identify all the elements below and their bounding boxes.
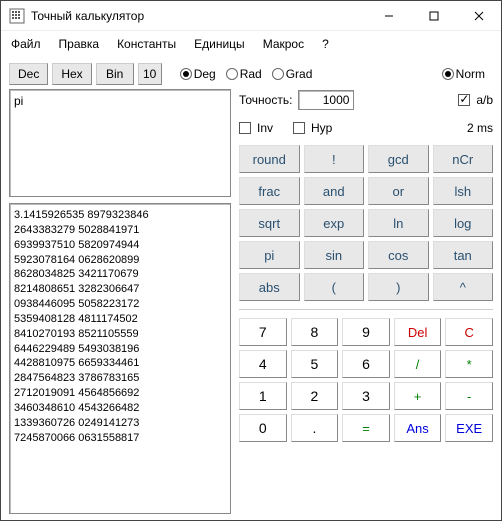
- radio-icon: [180, 68, 192, 80]
- key-5[interactable]: 5: [291, 350, 339, 378]
- result-output[interactable]: 3.1415926535 8979323846 2643383279 50288…: [9, 203, 231, 514]
- radio-icon: [226, 68, 238, 80]
- key-fact[interactable]: !: [304, 145, 365, 173]
- ab-label: a/b: [476, 93, 493, 107]
- key-del[interactable]: Del: [394, 318, 442, 346]
- window-title: Точный калькулятор: [31, 9, 366, 23]
- key-exe[interactable]: EXE: [445, 414, 493, 442]
- key-9[interactable]: 9: [342, 318, 390, 346]
- key-8[interactable]: 8: [291, 318, 339, 346]
- angle-rad-radio[interactable]: Rad: [226, 67, 262, 81]
- key-2[interactable]: 2: [291, 382, 339, 410]
- radio-icon: [442, 68, 454, 80]
- hyp-checkbox[interactable]: [293, 122, 305, 134]
- menu-constants[interactable]: Константы: [113, 35, 180, 53]
- inv-checkbox[interactable]: [239, 122, 251, 134]
- hyp-label: Hyp: [311, 121, 332, 135]
- key-sub[interactable]: -: [445, 382, 493, 410]
- key-abs[interactable]: abs: [239, 273, 300, 301]
- mode-hex-button[interactable]: Hex: [52, 63, 91, 85]
- inv-label: Inv: [257, 121, 273, 135]
- divider: [239, 309, 493, 310]
- norm-radio[interactable]: Norm: [442, 67, 485, 81]
- menu-file[interactable]: Файл: [7, 35, 45, 53]
- key-clear[interactable]: C: [445, 318, 493, 346]
- key-eq[interactable]: =: [342, 414, 390, 442]
- key-pi[interactable]: pi: [239, 241, 300, 269]
- key-rparen[interactable]: ): [368, 273, 429, 301]
- maximize-button[interactable]: [411, 1, 456, 30]
- angle-deg-radio[interactable]: Deg: [180, 67, 216, 81]
- close-button[interactable]: [456, 1, 501, 30]
- precision-label: Точность:: [239, 93, 292, 107]
- numeric-keypad: 7 8 9 Del C 4 5 6 / * 1 2 3 + - 0 . = An…: [239, 318, 493, 442]
- key-7[interactable]: 7: [239, 318, 287, 346]
- key-log[interactable]: log: [433, 209, 494, 237]
- radio-icon: [272, 68, 284, 80]
- angle-grad-radio[interactable]: Grad: [272, 67, 313, 81]
- key-dot[interactable]: .: [291, 414, 339, 442]
- key-6[interactable]: 6: [342, 350, 390, 378]
- time-label: 2 ms: [467, 121, 493, 135]
- key-ln[interactable]: ln: [368, 209, 429, 237]
- minimize-button[interactable]: [366, 1, 411, 30]
- key-pow[interactable]: ^: [433, 273, 494, 301]
- key-sin[interactable]: sin: [304, 241, 365, 269]
- key-frac[interactable]: frac: [239, 177, 300, 205]
- menu-units[interactable]: Единицы: [190, 35, 249, 53]
- ab-checkbox[interactable]: [458, 94, 470, 106]
- key-tan[interactable]: tan: [433, 241, 494, 269]
- mode-base-button[interactable]: 10: [138, 63, 162, 85]
- precision-input[interactable]: 1000: [298, 90, 354, 110]
- mode-bin-button[interactable]: Bin: [96, 63, 134, 85]
- key-4[interactable]: 4: [239, 350, 287, 378]
- key-and[interactable]: and: [304, 177, 365, 205]
- key-add[interactable]: +: [394, 382, 442, 410]
- key-lsh[interactable]: lsh: [433, 177, 494, 205]
- key-ans[interactable]: Ans: [394, 414, 442, 442]
- menu-help[interactable]: ?: [318, 35, 333, 53]
- menu-macro[interactable]: Макрос: [259, 35, 308, 53]
- key-or[interactable]: or: [368, 177, 429, 205]
- key-1[interactable]: 1: [239, 382, 287, 410]
- key-exp[interactable]: exp: [304, 209, 365, 237]
- key-round[interactable]: round: [239, 145, 300, 173]
- key-gcd[interactable]: gcd: [368, 145, 429, 173]
- key-mul[interactable]: *: [445, 350, 493, 378]
- mode-dec-button[interactable]: Dec: [9, 63, 48, 85]
- key-ncr[interactable]: nCr: [433, 145, 494, 173]
- key-div[interactable]: /: [394, 350, 442, 378]
- menubar: Файл Правка Константы Единицы Макрос ?: [1, 31, 501, 57]
- function-keypad: round ! gcd nCr frac and or lsh sqrt exp…: [239, 145, 493, 301]
- key-3[interactable]: 3: [342, 382, 390, 410]
- key-0[interactable]: 0: [239, 414, 287, 442]
- expression-input[interactable]: pi: [9, 89, 231, 197]
- key-sqrt[interactable]: sqrt: [239, 209, 300, 237]
- key-lparen[interactable]: (: [304, 273, 365, 301]
- menu-edit[interactable]: Правка: [55, 35, 104, 53]
- app-icon: [9, 8, 25, 24]
- key-cos[interactable]: cos: [368, 241, 429, 269]
